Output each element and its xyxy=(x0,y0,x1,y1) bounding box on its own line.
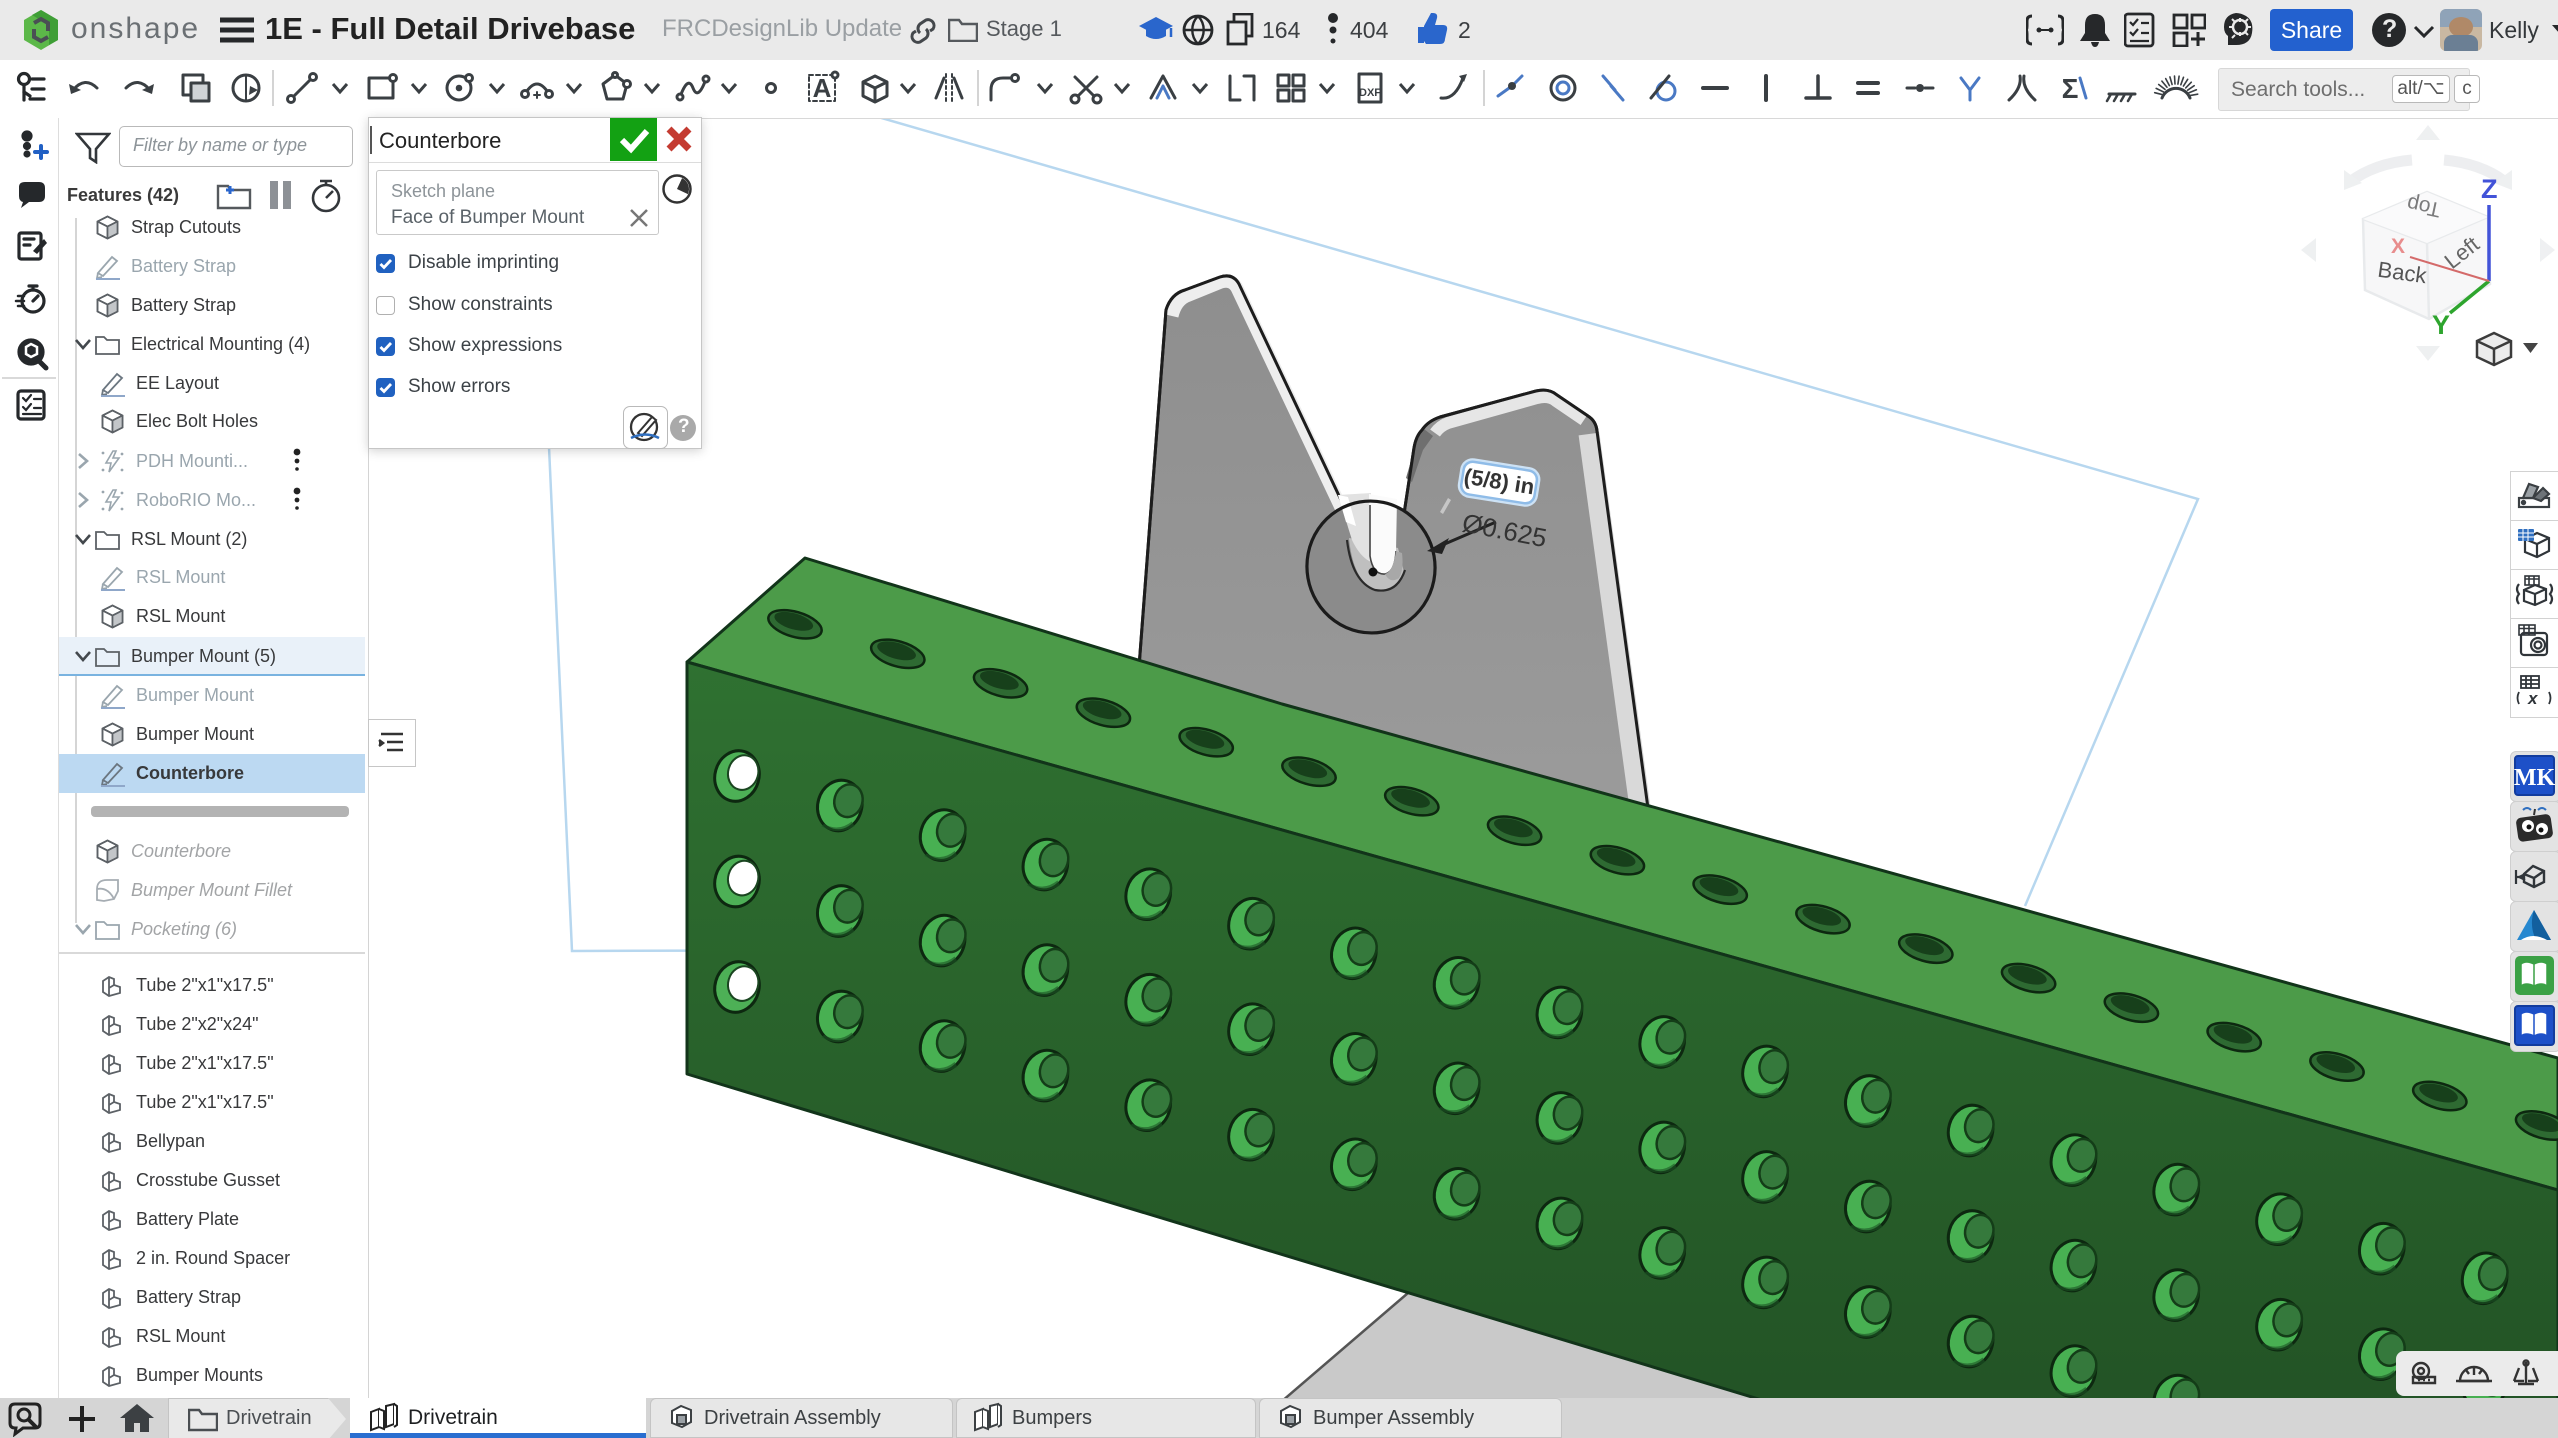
svg-text:Y: Y xyxy=(2432,310,2450,340)
svg-text:Σ: Σ xyxy=(2062,73,2079,104)
svg-text:X: X xyxy=(2391,235,2405,258)
svg-text:A: A xyxy=(813,73,832,103)
svg-text:MK: MK xyxy=(2514,765,2556,791)
svg-text:DXF: DXF xyxy=(1359,87,1381,99)
svg-text:x: x xyxy=(2527,689,2539,708)
svg-text:Z: Z xyxy=(2481,174,2498,204)
